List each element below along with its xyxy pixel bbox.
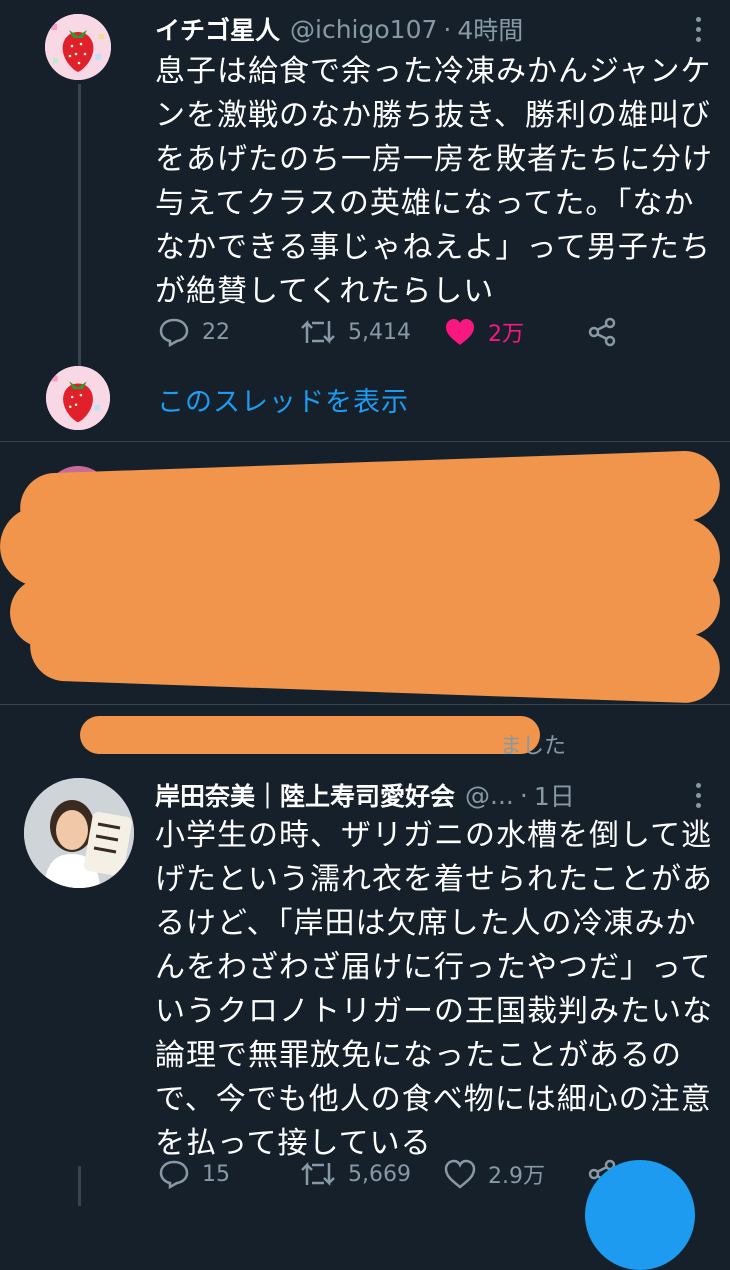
retweet-button[interactable]: 5,414 xyxy=(300,312,411,352)
tweet-header: 岸田奈美｜陸上寿司愛好会 @... · 1日 xyxy=(155,778,710,812)
avatar[interactable] xyxy=(24,778,134,888)
strawberry-avatar-icon xyxy=(46,366,110,430)
person-avatar-icon xyxy=(24,778,134,888)
retweet-icon xyxy=(301,319,335,345)
more-icon[interactable] xyxy=(688,778,708,813)
share-icon xyxy=(588,317,616,347)
reply-button[interactable]: 15 xyxy=(158,1154,230,1194)
share-button[interactable] xyxy=(586,312,630,352)
more-icon[interactable] xyxy=(688,12,708,47)
thread-line xyxy=(78,1166,81,1206)
retweet-icon xyxy=(301,1161,335,1187)
tweet-text: 小学生の時、ザリガニの水槽を倒して逃 げたという濡れ衣を着せられたことがあ るけ… xyxy=(155,818,713,1161)
redaction-scribble xyxy=(80,716,540,754)
heart-icon xyxy=(446,319,474,345)
display-name[interactable]: 岸田奈美｜陸上寿司愛好会 xyxy=(155,777,455,813)
like-count: 2.9万 xyxy=(488,1164,545,1189)
thread-line xyxy=(78,84,81,366)
retweet-note-text: ました xyxy=(500,734,567,759)
retweet-note: ました xyxy=(500,728,566,760)
retweet-button[interactable]: 5,669 xyxy=(300,1154,411,1194)
compose-fab[interactable] xyxy=(585,1160,695,1270)
separator: · xyxy=(519,780,528,810)
retweet-count: 5,669 xyxy=(348,1161,411,1187)
tweet-header: イチゴ星人 @ichigo107 · 4時間 xyxy=(155,12,710,46)
like-count: 2万 xyxy=(488,322,524,347)
reply-count: 15 xyxy=(202,1161,230,1187)
tweet-ichigo[interactable]: イチゴ星人 @ichigo107 · 4時間 息子は給食で余った冷凍みかんジャン… xyxy=(0,0,730,440)
like-button[interactable]: 2.9万 xyxy=(444,1154,545,1194)
show-thread-link[interactable]: このスレッドを表示 xyxy=(157,380,409,419)
like-button[interactable]: 2万 xyxy=(444,312,524,352)
tweet-kishida[interactable]: 岸田奈美｜陸上寿司愛好会 @... · 1日 小学生の時、ザリガニの水槽を倒して… xyxy=(0,770,730,1206)
tweet-text: 息子は給食で余った冷凍みかんジャンケ ンを激戦のなか勝ち抜き、勝利の雄叫び をあ… xyxy=(155,54,713,309)
display-name[interactable]: イチゴ星人 xyxy=(155,11,280,47)
tweet-actions: 22 5,414 2万 xyxy=(158,312,698,352)
heart-icon xyxy=(444,1159,476,1189)
divider xyxy=(0,704,730,705)
user-handle[interactable]: @ichigo107 xyxy=(290,15,437,44)
timestamp[interactable]: 4時間 xyxy=(457,11,523,47)
reply-icon xyxy=(159,1160,189,1189)
user-handle[interactable]: @... xyxy=(465,781,514,810)
retweet-count: 5,414 xyxy=(348,319,411,345)
avatar[interactable] xyxy=(45,14,111,80)
tweet-redacted[interactable] xyxy=(0,442,730,705)
thread-avatar[interactable] xyxy=(46,366,110,430)
reply-count: 22 xyxy=(202,319,230,345)
strawberry-avatar-icon xyxy=(45,14,111,80)
reply-icon xyxy=(159,318,189,347)
timestamp[interactable]: 1日 xyxy=(534,777,575,813)
separator: · xyxy=(443,14,452,44)
reply-button[interactable]: 22 xyxy=(158,312,230,352)
